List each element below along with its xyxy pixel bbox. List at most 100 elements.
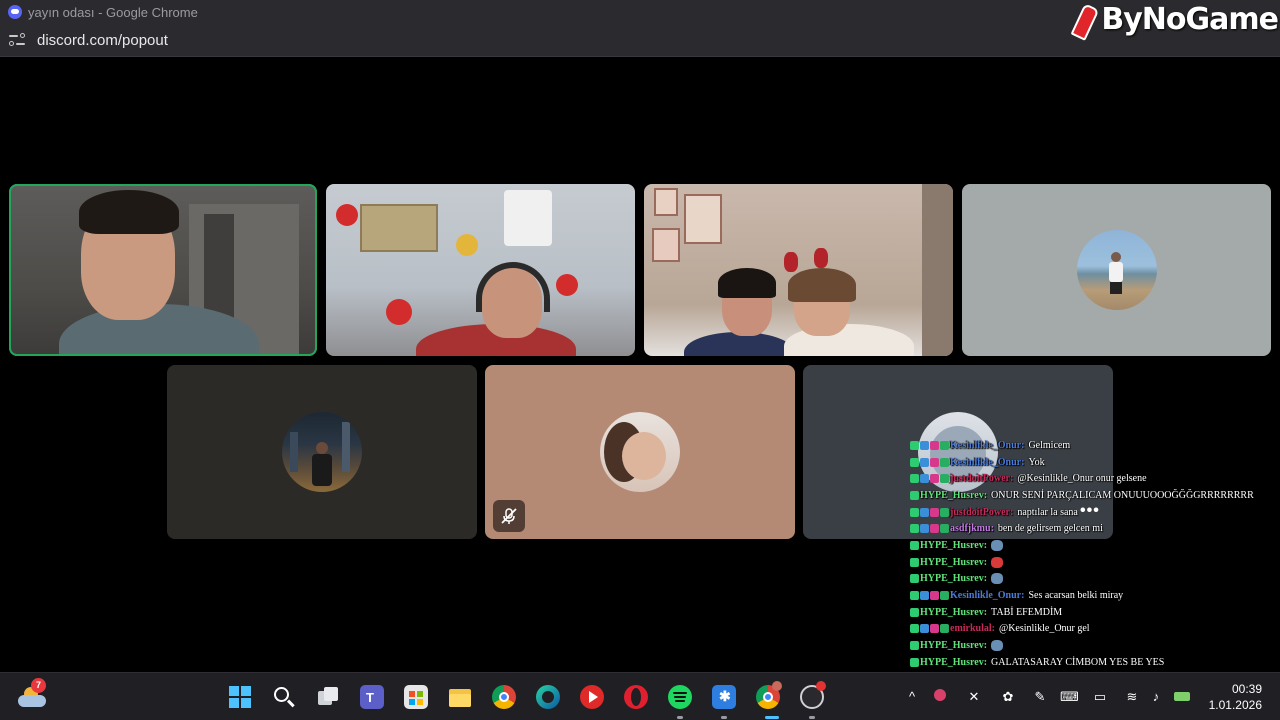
microsoft-store-icon[interactable] — [404, 685, 428, 709]
chat-emote-icon — [991, 556, 1004, 568]
chat-badge-icon — [920, 524, 929, 534]
ornament-decor — [386, 299, 412, 325]
chrome-icon[interactable] — [492, 685, 516, 709]
wall-art-frame — [652, 228, 680, 262]
running-indicator — [765, 716, 779, 719]
bynogame-logo-icon — [1071, 3, 1097, 37]
reindeer-antlers — [784, 248, 864, 272]
chat-badge-icon — [930, 591, 939, 601]
chat-badge-icon — [910, 624, 919, 634]
chat-username: HYPE_Husrev: — [920, 656, 988, 668]
chat-badge-icon — [940, 457, 949, 467]
chat-message-text: TABİ EFEMDİM — [991, 606, 1063, 618]
user-badges — [910, 624, 949, 634]
discord-icon — [8, 5, 22, 19]
obs-recording-icon[interactable] — [800, 681, 826, 709]
user-badges — [910, 657, 919, 667]
task-view-icon[interactable] — [316, 685, 340, 709]
windows-start-icon[interactable] — [228, 685, 252, 709]
participant-4-avatar — [1077, 230, 1157, 310]
keyboard-icon[interactable]: ⌨ — [1060, 689, 1079, 705]
chat-message: HYPE_Husrev: ONUR SENİ PARÇALICAM ONUUUOO… — [910, 487, 1280, 504]
chat-badge-icon — [910, 540, 919, 550]
tray-app-icon[interactable] — [932, 689, 948, 705]
file-explorer-icon[interactable] — [448, 685, 472, 709]
participant-2-headphones — [476, 262, 550, 312]
chat-badge-icon — [930, 457, 939, 467]
system-clock[interactable]: 00:39 1.01.2026 — [1209, 681, 1262, 713]
chat-badge-icon — [930, 507, 939, 517]
battery-icon[interactable] — [1174, 689, 1190, 705]
video-tile-participant-2[interactable] — [326, 184, 635, 356]
volume-icon[interactable]: ♪ — [1148, 689, 1164, 705]
chat-username: asdfjkmu: — [950, 523, 994, 535]
user-badges — [910, 607, 919, 617]
door-frame — [922, 184, 953, 356]
chat-username: Kesinlikle_Onur: — [950, 590, 1025, 602]
user-badges — [910, 641, 919, 651]
spotify-icon[interactable] — [668, 685, 692, 709]
chat-message-text: @Kesinlikle_Onur onur gelsene — [1017, 473, 1147, 485]
chat-username: emirkulal: — [950, 623, 995, 635]
chat-username: HYPE_Husrev: — [920, 606, 988, 618]
edge-icon[interactable] — [536, 685, 560, 709]
user-badges — [910, 557, 919, 567]
tray-app-icon[interactable]: ✎ — [1032, 689, 1048, 705]
chat-badge-icon — [940, 624, 949, 634]
chat-message-text: GALATASARAY CİMBOM YES BE YES — [991, 656, 1165, 668]
chat-message-text: naptılar la sana — [1017, 506, 1078, 518]
app-launcher-icon[interactable]: ✱ — [712, 685, 736, 709]
windows-taskbar: T ✱ ^ ✕ ✿ ✎ ⌨ ▭ ≋ ♪ 00:39 1.01.2026 — [0, 672, 1280, 720]
show-hidden-icons-icon[interactable]: ^ — [904, 689, 920, 705]
search-icon[interactable] — [272, 685, 296, 709]
chat-message-text: @Kesinlikle_Onur gel — [999, 623, 1090, 635]
chat-badge-icon — [910, 641, 919, 651]
user-badges — [910, 474, 949, 484]
chat-badge-icon — [910, 607, 919, 617]
chat-username: HYPE_Husrev: — [920, 573, 988, 585]
tray-app-icon[interactable]: ✿ — [1000, 689, 1016, 705]
site-settings-icon[interactable] — [8, 32, 26, 48]
chat-badge-icon — [940, 591, 949, 601]
chrome-profile-icon[interactable] — [756, 681, 782, 709]
video-tile-participant-6[interactable] — [485, 365, 795, 539]
video-tile-participant-1[interactable] — [9, 184, 317, 356]
chat-emote-icon — [991, 573, 1004, 585]
video-tile-participant-3[interactable] — [644, 184, 953, 356]
running-indicator — [809, 716, 815, 719]
video-tile-participant-4[interactable] — [962, 184, 1271, 356]
chat-emote-icon — [991, 640, 1004, 652]
chat-message: HYPE_Husrev: TABİ EFEMDİM — [910, 604, 1280, 621]
tray-app-icon[interactable]: ✕ — [966, 689, 982, 705]
opera-icon[interactable] — [624, 685, 648, 709]
chat-message: Kesinlikle_Onur: Yok — [910, 454, 1280, 471]
chat-message: emirkulal: @Kesinlikle_Onur gel — [910, 621, 1280, 638]
chat-badge-icon — [910, 474, 919, 484]
display-icon[interactable]: ▭ — [1092, 689, 1108, 705]
url-text[interactable]: discord.com/popout — [37, 32, 168, 49]
video-tile-participant-5[interactable] — [167, 365, 477, 539]
wall-art-frame — [684, 194, 722, 244]
video-player-icon[interactable] — [580, 685, 604, 709]
chat-badge-icon — [930, 474, 939, 484]
chat-badge-icon — [910, 557, 919, 567]
running-indicator — [721, 716, 727, 719]
wifi-icon[interactable]: ≋ — [1124, 689, 1140, 705]
teams-icon[interactable]: T — [360, 685, 384, 709]
user-badges — [910, 524, 949, 534]
wall-cork-board — [360, 204, 438, 252]
chat-message-text: ben de gelirsem gelcen mi — [997, 523, 1103, 535]
ornament-decor — [556, 274, 578, 296]
chat-badge-icon — [920, 624, 929, 634]
chat-badge-icon — [910, 440, 919, 450]
clock-date: 1.01.2026 — [1208, 698, 1262, 712]
chat-badge-icon — [930, 624, 939, 634]
chat-username: HYPE_Husrev: — [920, 539, 988, 551]
running-indicator — [677, 716, 683, 719]
chat-message: HYPE_Husrev: GALATASARAY CİMBOM YES BE YE… — [910, 654, 1280, 671]
chat-username: HYPE_Husrev: — [920, 489, 988, 501]
muted-microphone-icon — [493, 500, 525, 532]
participant-3a-hair — [718, 268, 776, 298]
chat-badge-icon — [910, 524, 919, 534]
weather-notification-badge: 7 — [31, 678, 46, 693]
